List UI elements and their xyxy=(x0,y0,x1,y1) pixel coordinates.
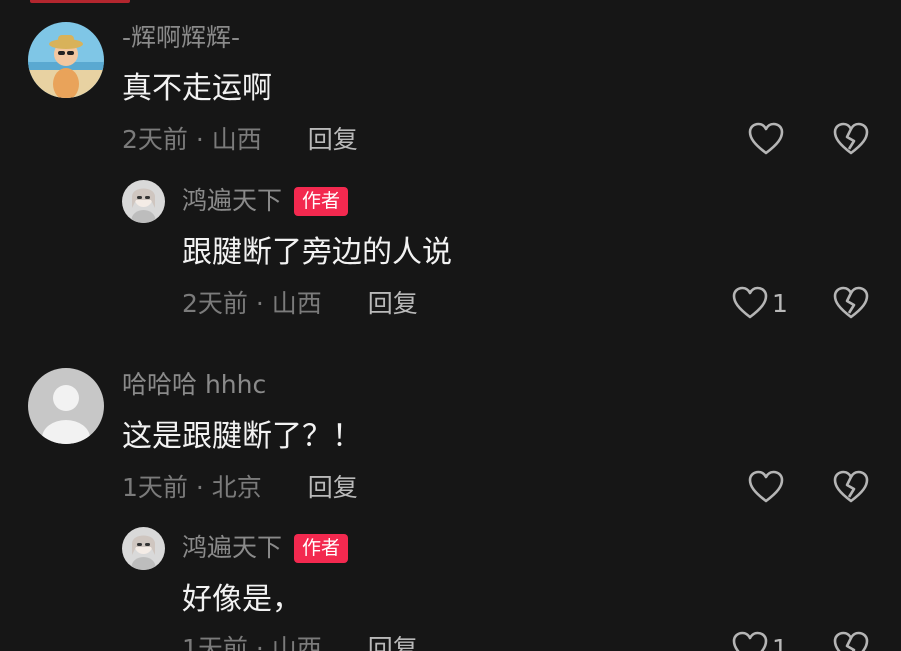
broken-heart-icon xyxy=(833,631,869,651)
like-button[interactable] xyxy=(748,470,784,504)
dislike-button[interactable] xyxy=(833,631,869,651)
comment-meta: 1天前 · 北京 回复 xyxy=(122,472,358,504)
broken-heart-icon xyxy=(833,286,869,319)
reply-location: 山西 xyxy=(271,634,322,651)
meta-separator: · xyxy=(195,473,204,502)
author-name[interactable]: 鸿遍天下 xyxy=(182,533,282,562)
reply-username: 鸿遍天下 作者 xyxy=(182,533,349,563)
comment-time: 2天前 xyxy=(122,125,188,154)
meta-separator: · xyxy=(195,125,204,154)
author-avatar[interactable] xyxy=(122,527,165,570)
heart-outline-icon xyxy=(748,122,784,155)
comment-username[interactable]: -辉啊辉辉- xyxy=(122,23,240,53)
reply-meta: 1天前 · 山西 回复 xyxy=(182,633,418,651)
reply-button[interactable]: 回复 xyxy=(308,473,358,502)
reply-button[interactable]: 回复 xyxy=(368,289,418,318)
author-badge: 作者 xyxy=(294,187,349,216)
broken-heart-icon xyxy=(833,470,869,503)
heart-outline-icon xyxy=(732,286,768,319)
comment-text: 真不走运啊 xyxy=(122,71,272,106)
comment-meta: 2天前 · 山西 回复 xyxy=(122,124,358,156)
reply-location: 山西 xyxy=(271,289,322,318)
user-avatar[interactable] xyxy=(28,368,104,444)
reply-button[interactable]: 回复 xyxy=(308,125,358,154)
comment-location: 北京 xyxy=(211,473,262,502)
reply-text: 跟腱断了旁边的人说 xyxy=(182,235,452,270)
meta-separator: · xyxy=(255,289,264,318)
comment-time: 1天前 xyxy=(122,473,188,502)
reply-time: 1天前 xyxy=(182,634,248,651)
author-name[interactable]: 鸿遍天下 xyxy=(182,186,282,215)
broken-heart-icon xyxy=(833,122,869,155)
reply-meta: 2天前 · 山西 回复 xyxy=(182,288,418,320)
heart-outline-icon xyxy=(748,470,784,503)
comment-text: 这是跟腱断了？！ xyxy=(122,419,362,454)
reply-text: 好像是， xyxy=(182,582,302,617)
like-button[interactable]: 1 xyxy=(732,631,788,651)
reply-time: 2天前 xyxy=(182,289,248,318)
comment-location: 山西 xyxy=(211,125,262,154)
like-button[interactable]: 1 xyxy=(732,286,788,320)
dislike-button[interactable] xyxy=(833,286,869,320)
reply-button[interactable]: 回复 xyxy=(368,634,418,651)
top-indicator-bar xyxy=(30,0,130,3)
dislike-button[interactable] xyxy=(833,122,869,156)
comment-section: -辉啊辉辉- 真不走运啊 2天前 · 山西 回复 鸿遍天下 作者 跟腱断了旁边的… xyxy=(0,0,901,651)
like-count: 1 xyxy=(772,633,788,651)
reply-username: 鸿遍天下 作者 xyxy=(182,186,349,216)
author-avatar[interactable] xyxy=(122,180,165,223)
comment-username[interactable]: 哈哈哈 hhhc xyxy=(122,370,266,400)
heart-outline-icon xyxy=(732,631,768,651)
meta-separator: · xyxy=(255,634,264,651)
user-avatar[interactable] xyxy=(28,22,104,98)
dislike-button[interactable] xyxy=(833,470,869,504)
like-count: 1 xyxy=(772,288,788,318)
like-button[interactable] xyxy=(748,122,784,156)
author-badge: 作者 xyxy=(294,534,349,563)
